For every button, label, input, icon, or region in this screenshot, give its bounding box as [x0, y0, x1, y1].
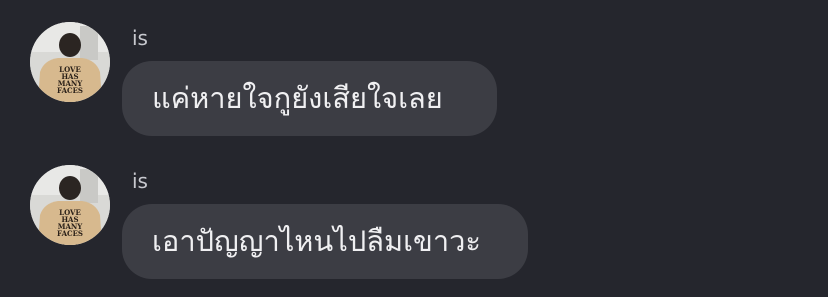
message-bubble[interactable]: เอาปัญญาไหนไปลืมเขาวะ: [122, 204, 528, 279]
avatar-image: LOVE HAS MANY FACES: [30, 165, 110, 245]
avatar[interactable]: LOVE HAS MANY FACES: [30, 22, 110, 102]
avatar-shirt-line: FACES: [57, 229, 83, 238]
chat-thread: LOVE HAS MANY FACES is แค่หายใจกูยังเสีย…: [0, 0, 828, 297]
message-group: LOVE HAS MANY FACES is แค่หายใจกูยังเสีย…: [0, 22, 828, 142]
sender-name[interactable]: is: [132, 26, 148, 50]
avatar[interactable]: LOVE HAS MANY FACES: [30, 165, 110, 245]
message-group: LOVE HAS MANY FACES is เอาปัญญาไหนไปลืมเ…: [0, 165, 828, 285]
avatar-shirt-line: FACES: [57, 86, 83, 95]
sender-name[interactable]: is: [132, 169, 148, 193]
avatar-image: LOVE HAS MANY FACES: [30, 22, 110, 102]
message-bubble[interactable]: แค่หายใจกูยังเสียใจเลย: [122, 61, 497, 136]
